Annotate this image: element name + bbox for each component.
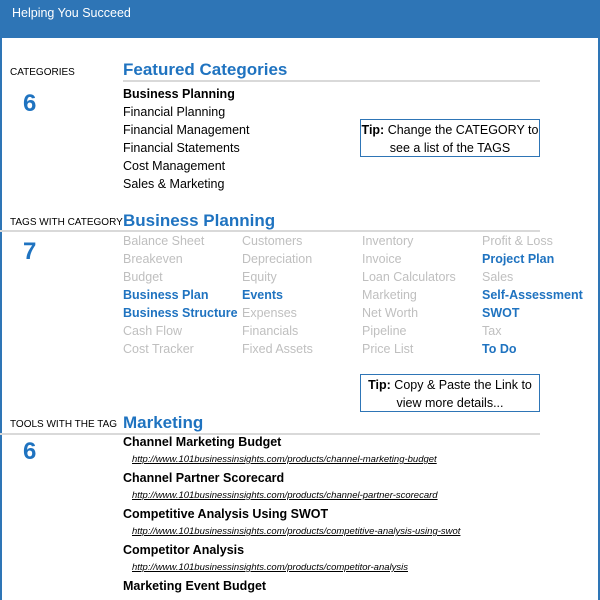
tools-label: TOOLS WITH THE TAG bbox=[10, 419, 118, 430]
tool-name: Channel Marketing Budget bbox=[123, 435, 282, 449]
tag-item[interactable]: Marketing bbox=[362, 286, 456, 304]
tool-name: Channel Partner Scorecard bbox=[123, 471, 285, 485]
header-title: Helping You Succeed bbox=[12, 6, 131, 20]
tip-bold: Tip: bbox=[368, 378, 391, 392]
tag-item[interactable]: Tax bbox=[482, 322, 583, 340]
tags-count: 7 bbox=[23, 238, 37, 265]
tag-item[interactable]: Events bbox=[242, 286, 313, 304]
tag-item[interactable]: Inventory bbox=[362, 232, 456, 250]
tag-item[interactable]: Sales bbox=[482, 268, 583, 286]
tool-link[interactable]: http://www.101businessinsights.com/produ… bbox=[123, 487, 460, 505]
tags-column: Inventory Invoice Loan Calculators Marke… bbox=[362, 232, 456, 358]
tag-item[interactable]: Financials bbox=[242, 322, 313, 340]
tag-item[interactable]: Breakeven bbox=[123, 250, 238, 268]
tag-item[interactable]: Price List bbox=[362, 340, 456, 358]
tip-bold: Tip: bbox=[361, 123, 385, 137]
tags-tip-box: Tip: Copy & Paste the Link to view more … bbox=[360, 374, 540, 412]
tags-label: TAGS WITH CATEGORY bbox=[10, 217, 123, 228]
tag-item[interactable]: Profit & Loss bbox=[482, 232, 583, 250]
tool-name: Competitive Analysis Using SWOT bbox=[123, 507, 329, 521]
tags-column: Customers Depreciation Equity Events Exp… bbox=[242, 232, 313, 358]
category-item[interactable]: Cost Management bbox=[123, 157, 249, 175]
tag-item[interactable]: Balance Sheet bbox=[123, 232, 238, 250]
tag-item[interactable]: Business Plan bbox=[123, 286, 238, 304]
tip-text: Change the CATEGORY to see a list of the… bbox=[384, 123, 539, 155]
tag-item[interactable]: Customers bbox=[242, 232, 313, 250]
tag-item[interactable]: Self-Assessment bbox=[482, 286, 583, 304]
category-tip-box: Tip: Change the CATEGORY to see a list o… bbox=[360, 119, 540, 157]
tool-name: Marketing Event Budget bbox=[123, 579, 267, 593]
category-item[interactable]: Sales & Marketing bbox=[123, 175, 249, 193]
tags-column: Balance Sheet Breakeven Budget Business … bbox=[123, 232, 238, 358]
category-item[interactable]: Business Planning bbox=[123, 85, 249, 103]
tags-column: Profit & Loss Project Plan Sales Self-As… bbox=[482, 232, 583, 358]
categories-title: Featured Categories bbox=[123, 60, 288, 79]
tag-item[interactable]: Pipeline bbox=[362, 322, 456, 340]
tag-item[interactable]: Invoice bbox=[362, 250, 456, 268]
tag-item[interactable]: SWOT bbox=[482, 304, 583, 322]
tag-item[interactable]: Depreciation bbox=[242, 250, 313, 268]
tag-item[interactable]: Loan Calculators bbox=[362, 268, 456, 286]
categories-divider bbox=[123, 80, 540, 82]
tag-item[interactable]: Equity bbox=[242, 268, 313, 286]
header-banner: Helping You Succeed bbox=[0, 0, 600, 38]
categories-label: CATEGORIES bbox=[10, 67, 75, 78]
tags-title: Business Planning bbox=[123, 211, 276, 230]
tag-item[interactable]: Business Structure bbox=[123, 304, 238, 322]
tip-text: Copy & Paste the Link to view more detai… bbox=[390, 378, 532, 410]
tag-item[interactable]: To Do bbox=[482, 340, 583, 358]
category-list: Business Planning Financial Planning Fin… bbox=[123, 85, 249, 193]
categories-count: 6 bbox=[23, 90, 37, 117]
tools-list: Channel Marketing Budget http://www.101b… bbox=[123, 433, 460, 595]
category-item[interactable]: Financial Statements bbox=[123, 139, 249, 157]
tag-item[interactable]: Budget bbox=[123, 268, 238, 286]
tools-count: 6 bbox=[23, 438, 37, 465]
category-item[interactable]: Financial Management bbox=[123, 121, 249, 139]
tag-item[interactable]: Project Plan bbox=[482, 250, 583, 268]
tag-item[interactable]: Cash Flow bbox=[123, 322, 238, 340]
tag-item[interactable]: Fixed Assets bbox=[242, 340, 313, 358]
tag-item[interactable]: Expenses bbox=[242, 304, 313, 322]
tool-link[interactable]: http://www.101businessinsights.com/produ… bbox=[123, 559, 460, 577]
tag-item[interactable]: Cost Tracker bbox=[123, 340, 238, 358]
category-item[interactable]: Financial Planning bbox=[123, 103, 249, 121]
tool-link[interactable]: http://www.101businessinsights.com/produ… bbox=[123, 523, 460, 541]
tool-link[interactable]: http://www.101businessinsights.com/produ… bbox=[123, 451, 460, 469]
tools-title: Marketing bbox=[123, 413, 204, 432]
tool-name: Competitor Analysis bbox=[123, 543, 245, 557]
tag-item[interactable]: Net Worth bbox=[362, 304, 456, 322]
